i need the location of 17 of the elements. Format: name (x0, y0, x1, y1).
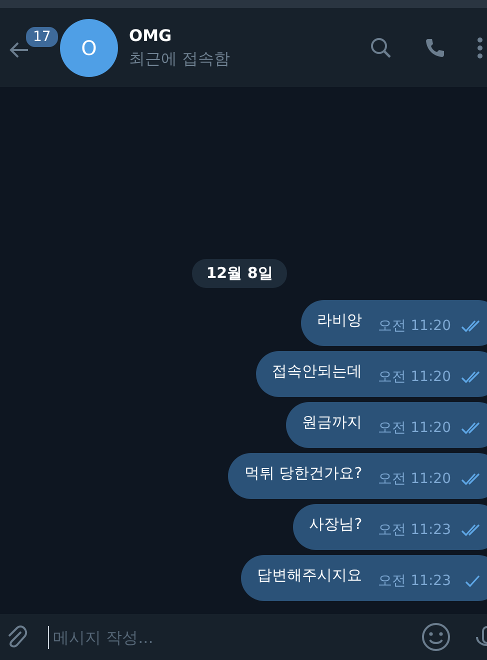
chat-title: OMG (129, 26, 173, 44)
back-arrow-icon[interactable] (8, 40, 30, 58)
message-bubble: 접속안되는데 오전 11:20 (256, 351, 487, 397)
emoji-icon[interactable] (421, 622, 451, 652)
unread-badge: 17 (24, 24, 60, 48)
composer-bar[interactable]: 메시지 작성... (0, 614, 487, 660)
date-label: 12월 8일 (192, 259, 287, 288)
more-icon[interactable] (477, 36, 483, 60)
message-input[interactable]: 메시지 작성... (48, 626, 411, 648)
message-bubble: 라비앙 오전 11:20 (301, 300, 487, 346)
message-bubble: 사장님? 오전 11:23 (293, 504, 487, 550)
message-bubble: 답변해주시지요 오전 11:23 (241, 555, 487, 601)
last-seen-status: 최근에 접속함 (129, 48, 232, 70)
search-icon[interactable] (369, 36, 393, 60)
message-bubble: 원금까지 오전 11:20 (286, 402, 487, 448)
avatar[interactable]: O (60, 18, 118, 76)
message-bubble: 먹튀 당한건가요? 오전 11:20 (228, 453, 487, 499)
